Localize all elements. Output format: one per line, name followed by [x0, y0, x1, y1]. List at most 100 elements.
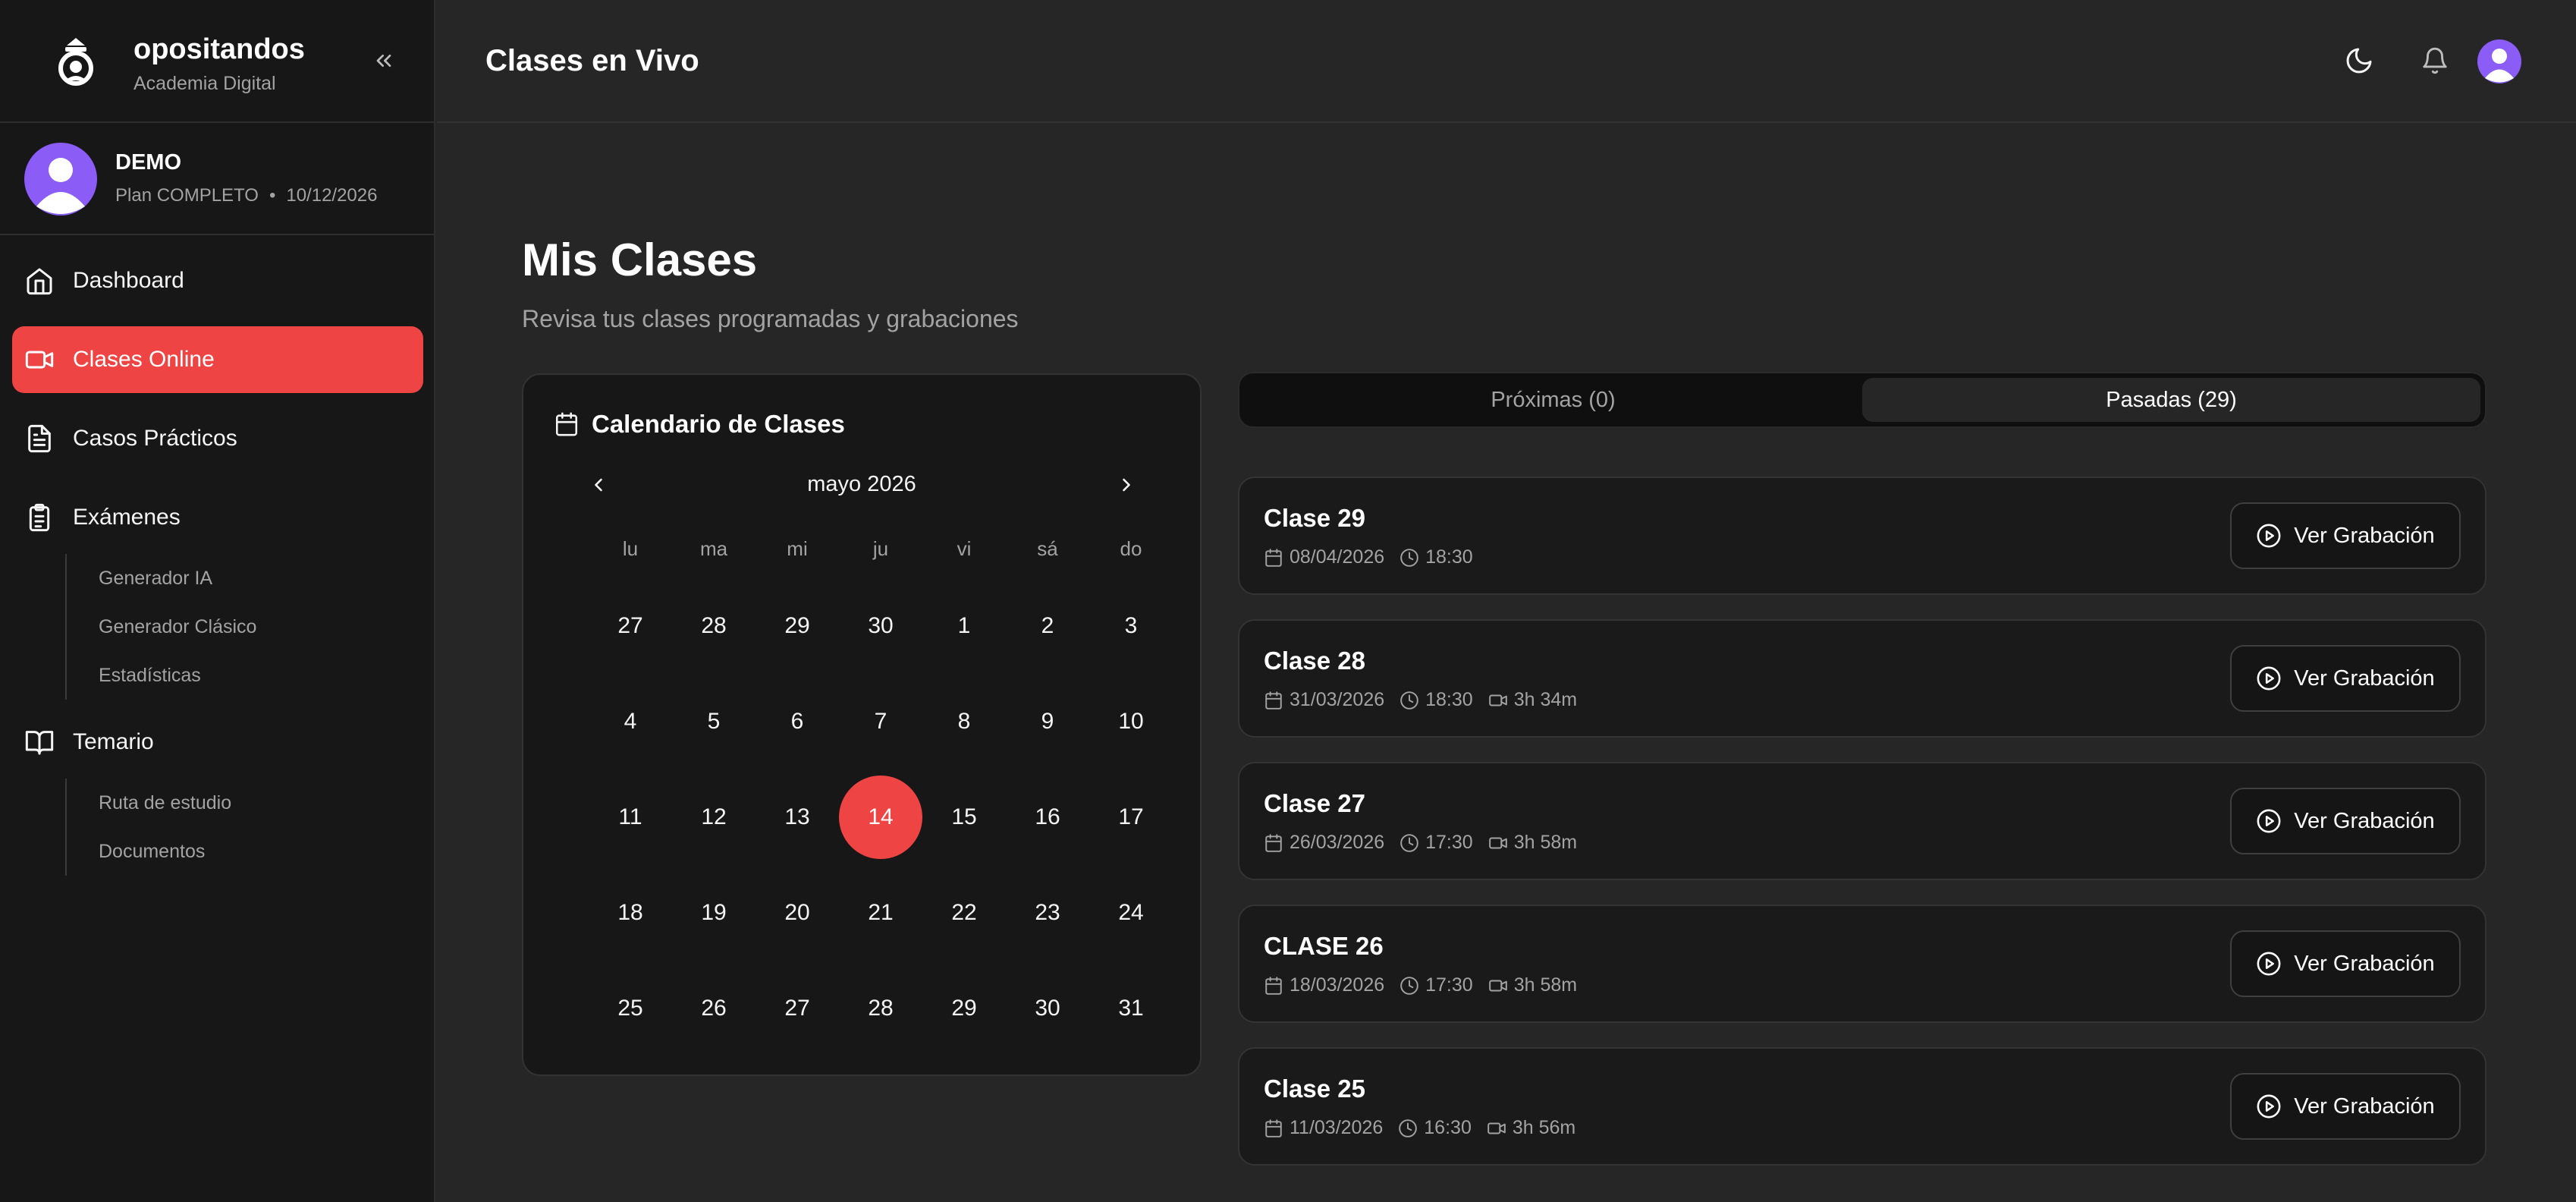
- calendar-weekday: vi: [957, 537, 972, 560]
- calendar-day[interactable]: 20: [756, 865, 839, 961]
- watch-recording-button[interactable]: Ver Grabación: [2230, 502, 2461, 569]
- class-date: 26/03/2026: [1264, 832, 1384, 854]
- brand-logo-icon: [58, 38, 93, 86]
- calendar-day[interactable]: 28: [839, 961, 922, 1056]
- subnav-item-estadisticas[interactable]: Estadísticas: [67, 651, 256, 700]
- collapse-sidebar-button[interactable]: [369, 46, 399, 76]
- subnav-item-documentos[interactable]: Documentos: [67, 827, 231, 876]
- class-card: Clase 27 26/03/2026 17:30 3h 58m Ver Grabaci…: [1238, 762, 2486, 880]
- watch-recording-label: Ver Grabación: [2294, 951, 2435, 976]
- calendar-day[interactable]: 21: [839, 865, 922, 961]
- calendar-weekdays: lu ma mi ju vi sá do: [589, 524, 1173, 574]
- calendar-day[interactable]: 1: [922, 578, 1006, 674]
- calendar-day[interactable]: 28: [672, 578, 756, 674]
- video-small-icon: [1488, 694, 1507, 706]
- calendar-day[interactable]: 26: [672, 961, 756, 1056]
- subnav-item-generador-ia[interactable]: Generador IA: [67, 554, 256, 603]
- user-panel[interactable]: DEMO Plan COMPLETO • 10/12/2026: [0, 124, 434, 235]
- class-duration: 3h 56m: [1487, 1117, 1575, 1139]
- class-date-text: 08/04/2026: [1290, 546, 1385, 568]
- calendar-day[interactable]: 30: [1006, 961, 1089, 1056]
- sidebar-item-casos-practicos[interactable]: Casos Prácticos: [12, 405, 423, 472]
- calendar-day[interactable]: 11: [589, 769, 672, 865]
- calendar-day-number: 30: [1035, 996, 1060, 1021]
- class-title: CLASE 26: [1264, 932, 1384, 960]
- calendar-day[interactable]: 19: [672, 865, 756, 961]
- sidebar-item-temario[interactable]: Temario: [12, 709, 423, 776]
- subnav-item-generador-clasico[interactable]: Generador Clásico: [67, 603, 256, 651]
- sidebar-item-clases-online[interactable]: Clases Online: [12, 326, 423, 393]
- calendar-day[interactable]: 17: [1089, 769, 1173, 865]
- calendar-day[interactable]: 23: [1006, 865, 1089, 961]
- calendar-day[interactable]: 7: [839, 674, 922, 769]
- video-small-icon: [1488, 980, 1507, 991]
- watch-recording-button[interactable]: Ver Grabación: [2230, 645, 2461, 712]
- calendar-day[interactable]: 13: [756, 769, 839, 865]
- calendar-day[interactable]: 4: [589, 674, 672, 769]
- calendar-day-number: 31: [1118, 996, 1144, 1021]
- class-tabs: Próximas (0) Pasadas (29): [1238, 372, 2486, 428]
- watch-recording-button[interactable]: Ver Grabación: [2230, 930, 2461, 997]
- theme-toggle-button[interactable]: [2336, 38, 2382, 83]
- app-root: opositandos Academia Digital DEMO Plan C…: [0, 0, 2576, 1202]
- clock-icon: [1400, 833, 1418, 852]
- calendar-small-icon: [1265, 976, 1282, 995]
- calendar-day-number: 24: [1118, 900, 1144, 925]
- calendar-day[interactable]: 18: [589, 865, 672, 961]
- book-icon: [25, 731, 54, 755]
- brand-name: opositandos: [134, 33, 305, 65]
- notifications-button[interactable]: [2412, 38, 2458, 83]
- calendar-day-number: 12: [701, 804, 727, 829]
- watch-recording-label: Ver Grabación: [2294, 1093, 2435, 1119]
- class-meta: 11/03/2026 16:30 3h 56m: [1264, 1117, 1591, 1139]
- calendar-day[interactable]: 22: [922, 865, 1006, 961]
- watch-recording-button[interactable]: Ver Grabación: [2230, 788, 2461, 854]
- calendar-day-today[interactable]: 14: [839, 769, 922, 865]
- tab-proximas[interactable]: Próximas (0): [1244, 378, 1862, 422]
- calendar-day[interactable]: 16: [1006, 769, 1089, 865]
- calendar-day[interactable]: 30: [839, 578, 922, 674]
- class-duration-text: 3h 34m: [1513, 689, 1578, 710]
- calendar-title: Calendario de Clases: [592, 410, 845, 438]
- calendar-day[interactable]: 9: [1006, 674, 1089, 769]
- page-subtitle: Revisa tus clases programadas y grabacio…: [522, 305, 1019, 332]
- calendar-day-number: 4: [624, 709, 637, 734]
- avatar: [24, 143, 97, 216]
- calendar-day[interactable]: 29: [756, 578, 839, 674]
- calendar-grid: lu ma mi ju vi sá do 27 28 29 30 1 2 3 4 5 6 7 8 9 10 11 12 13…: [589, 524, 1173, 1056]
- top-header: Clases en Vivo: [437, 0, 2576, 123]
- calendar-day[interactable]: 12: [672, 769, 756, 865]
- watch-recording-button[interactable]: Ver Grabación: [2230, 1073, 2461, 1140]
- calendar-day-number: 27: [617, 613, 643, 638]
- calendar-day[interactable]: 2: [1006, 578, 1089, 674]
- calendar-day[interactable]: 6: [756, 674, 839, 769]
- class-duration-text: 3h 56m: [1512, 1117, 1576, 1138]
- class-date: 31/03/2026: [1264, 689, 1384, 711]
- calendar-day[interactable]: 8: [922, 674, 1006, 769]
- calendar-day[interactable]: 25: [589, 961, 672, 1056]
- class-duration-text: 3h 58m: [1513, 974, 1578, 996]
- calendar-day[interactable]: 3: [1089, 578, 1173, 674]
- calendar-day-number: 28: [701, 613, 727, 638]
- calendar-day[interactable]: 27: [589, 578, 672, 674]
- calendar-day[interactable]: 5: [672, 674, 756, 769]
- sidebar-item-label: Clases Online: [73, 347, 215, 372]
- class-date-text: 11/03/2026: [1290, 1117, 1384, 1138]
- tab-pasadas[interactable]: Pasadas (29): [1862, 378, 2480, 422]
- play-circle-icon: [2257, 1094, 2281, 1119]
- calendar-day[interactable]: 10: [1089, 674, 1173, 769]
- calendar-day[interactable]: 24: [1089, 865, 1173, 961]
- class-card: Clase 28 31/03/2026 18:30 3h 34m Ver Grabaci…: [1238, 619, 2486, 738]
- calendar-day[interactable]: 29: [922, 961, 1006, 1056]
- sidebar-item-dashboard[interactable]: Dashboard: [12, 247, 423, 314]
- header-avatar[interactable]: [2477, 39, 2521, 83]
- calendar-day-number: 15: [951, 804, 977, 829]
- calendar-day[interactable]: 15: [922, 769, 1006, 865]
- sidebar-item-examenes[interactable]: Exámenes: [12, 484, 423, 551]
- temario-subnav: Ruta de estudio Documentos: [65, 779, 231, 876]
- calendar-day[interactable]: 31: [1089, 961, 1173, 1056]
- subnav-item-ruta-de-estudio[interactable]: Ruta de estudio: [67, 779, 231, 827]
- calendar-day[interactable]: 27: [756, 961, 839, 1056]
- class-meta: 31/03/2026 18:30 3h 34m: [1264, 689, 1592, 711]
- next-month-button[interactable]: [1107, 466, 1145, 504]
